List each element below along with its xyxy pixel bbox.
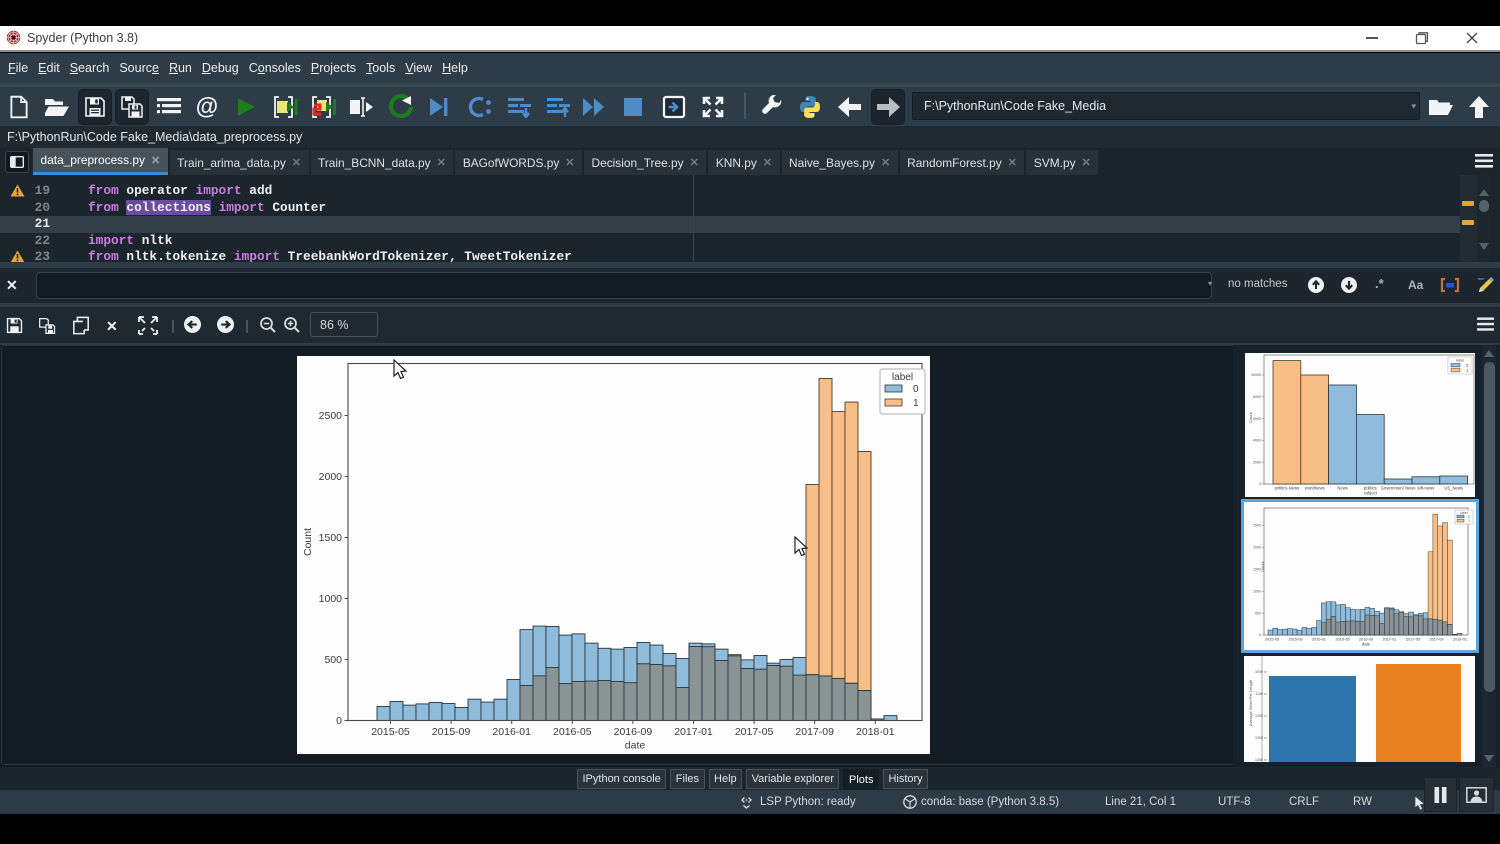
svg-text:0: 0 <box>1259 633 1261 637</box>
svg-text:1300: 1300 <box>1255 736 1263 740</box>
svg-text:0: 0 <box>913 384 919 395</box>
svg-text:politics-News: politics-News <box>1275 486 1300 491</box>
svg-text:2500: 2500 <box>319 410 343 422</box>
svg-text:2016-05: 2016-05 <box>1336 638 1350 642</box>
svg-text:2017-09: 2017-09 <box>1430 638 1444 642</box>
svg-text:2016-09: 2016-09 <box>614 726 653 738</box>
svg-text:label: label <box>1456 358 1465 363</box>
svg-text:Count: Count <box>302 528 314 556</box>
svg-text:Government News: Government News <box>1381 486 1416 491</box>
svg-text:8000: 8000 <box>1253 395 1261 399</box>
svg-text:2017-05: 2017-05 <box>1406 638 1420 642</box>
svg-text:500: 500 <box>324 654 342 666</box>
svg-text:2016-01: 2016-01 <box>1312 638 1326 642</box>
svg-text:6000: 6000 <box>1253 417 1261 421</box>
svg-text:2015-09: 2015-09 <box>432 726 471 738</box>
svg-text:4000: 4000 <box>1253 439 1261 443</box>
svg-text:2016-05: 2016-05 <box>553 726 592 738</box>
svg-text:left-news: left-news <box>1418 486 1435 491</box>
svg-text:Average Word Per Length: Average Word Per Length <box>1248 680 1253 726</box>
svg-text:1: 1 <box>1468 519 1470 523</box>
svg-text:2018-01: 2018-01 <box>856 726 895 738</box>
svg-text:1: 1 <box>913 398 919 409</box>
svg-text:1200: 1200 <box>1255 714 1263 718</box>
svg-text:label: label <box>1460 511 1467 515</box>
svg-text:1000: 1000 <box>1253 589 1261 593</box>
svg-text:1000: 1000 <box>1255 670 1263 674</box>
svg-text:2017-01: 2017-01 <box>674 726 713 738</box>
svg-text:subject: subject <box>1364 491 1378 496</box>
svg-text:0: 0 <box>1259 482 1261 486</box>
svg-text:1400: 1400 <box>1255 758 1263 762</box>
svg-text:2015-05: 2015-05 <box>371 726 410 738</box>
svg-text:worldnews: worldnews <box>1305 486 1325 491</box>
svg-text:2016-01: 2016-01 <box>492 726 531 738</box>
svg-text:2000: 2000 <box>1253 546 1261 550</box>
svg-text:0: 0 <box>336 715 342 727</box>
svg-text:2018-01: 2018-01 <box>1453 638 1467 642</box>
svg-text:500: 500 <box>1255 611 1261 615</box>
svg-text:Count: Count <box>1248 411 1253 423</box>
svg-text:Count: Count <box>1260 560 1265 572</box>
svg-text:date: date <box>1362 642 1371 647</box>
svg-text:2017-09: 2017-09 <box>795 726 834 738</box>
svg-text:2015-05: 2015-05 <box>1265 638 1279 642</box>
svg-text:2500: 2500 <box>1253 524 1261 528</box>
svg-text:1100: 1100 <box>1255 692 1263 696</box>
svg-text:2000: 2000 <box>319 471 343 483</box>
svg-text:label: label <box>892 372 913 383</box>
svg-text:2017-01: 2017-01 <box>1383 638 1397 642</box>
svg-text:1500: 1500 <box>319 532 343 544</box>
svg-text:News: News <box>1337 486 1347 491</box>
svg-text:2017-05: 2017-05 <box>735 726 774 738</box>
svg-text:US_News: US_News <box>1444 486 1463 491</box>
svg-text:date: date <box>625 740 646 752</box>
svg-text:1000: 1000 <box>319 593 343 605</box>
svg-text:2015-09: 2015-09 <box>1289 638 1303 642</box>
svg-text:10000: 10000 <box>1251 373 1261 377</box>
svg-text:2000: 2000 <box>1253 460 1261 464</box>
